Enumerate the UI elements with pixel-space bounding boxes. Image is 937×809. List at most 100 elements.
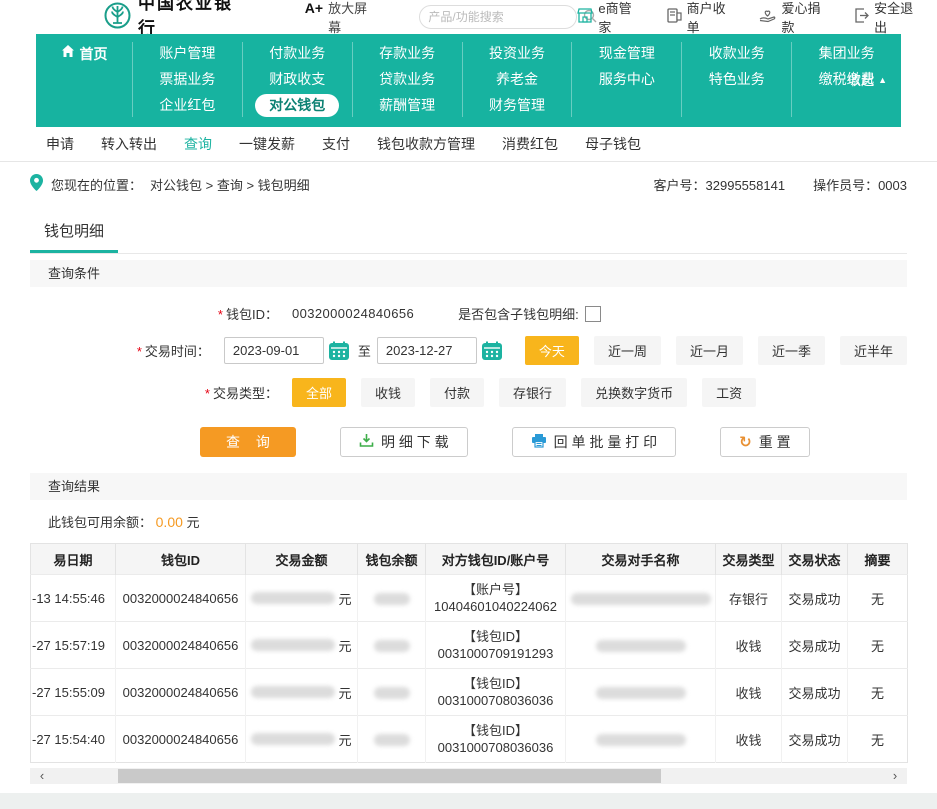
date-range-chips: 今天近一周近一月近一季近半年 bbox=[525, 336, 907, 365]
printer-icon bbox=[531, 433, 547, 451]
menu-item[interactable]: 集团业务 bbox=[819, 42, 875, 65]
amount-cell: 元 bbox=[246, 669, 358, 716]
subnav-item[interactable]: 一键发薪 bbox=[239, 134, 295, 154]
search-input[interactable] bbox=[428, 10, 583, 24]
menu-item-home[interactable]: 首页 bbox=[36, 42, 132, 117]
menu-item[interactable]: 企业红包 bbox=[159, 94, 215, 117]
tab-wallet-detail[interactable]: 钱包明细 bbox=[30, 212, 118, 253]
font-size-icon: A+ bbox=[305, 0, 323, 16]
menu-item[interactable]: 投资业务 bbox=[489, 42, 545, 65]
collapse-menu-button[interactable]: 收起 ▲ bbox=[848, 70, 887, 89]
status-cell: 交易成功 bbox=[782, 669, 848, 716]
subnav-item[interactable]: 消费红包 bbox=[502, 134, 558, 154]
calendar-icon[interactable] bbox=[481, 341, 503, 361]
menu-item[interactable]: 付款业务 bbox=[269, 42, 325, 65]
table-row: -27 15:57:190032000024840656元【钱包ID】00310… bbox=[31, 622, 908, 669]
menu-item[interactable]: 薪酬管理 bbox=[379, 94, 435, 117]
transaction-time-row: *交易时间： 至 今天近一周近一月近一季近半年 bbox=[30, 336, 907, 365]
menu-item[interactable]: 账户管理 bbox=[159, 42, 215, 65]
menu-item[interactable]: 贷款业务 bbox=[379, 68, 435, 91]
balance-cell bbox=[358, 716, 426, 763]
transaction-date-cell: -27 15:54:40 bbox=[31, 716, 116, 763]
scroll-left-icon[interactable]: ‹ bbox=[32, 768, 52, 784]
menu-item[interactable]: 收款业务 bbox=[709, 42, 765, 65]
transaction-type-chip[interactable]: 兑换数字货币 bbox=[581, 378, 687, 407]
subnav-item[interactable]: 查询 bbox=[184, 134, 212, 154]
secure-logout-link[interactable]: 安全退出 bbox=[854, 0, 923, 36]
date-from-input[interactable] bbox=[224, 337, 324, 364]
transaction-type-chip[interactable]: 收钱 bbox=[361, 378, 415, 407]
counterparty-id-cell: 【钱包ID】0031000708036036 bbox=[426, 669, 566, 716]
date-range-to-label: 至 bbox=[358, 341, 371, 360]
breadcrumb-path: 对公钱包 > 查询 > 钱包明细 bbox=[150, 175, 310, 194]
home-icon bbox=[61, 44, 75, 61]
subnav-item[interactable]: 申请 bbox=[46, 134, 74, 154]
wallet-id-cell: 0032000024840656 bbox=[116, 622, 246, 669]
scrollbar-thumb[interactable] bbox=[118, 769, 662, 783]
subnav-item[interactable]: 钱包收款方管理 bbox=[377, 134, 475, 154]
transaction-type-chips: 全部收钱付款存银行兑换数字货币工资 bbox=[292, 378, 756, 407]
masked-value bbox=[596, 734, 686, 746]
menu-item[interactable]: 现金管理 bbox=[599, 42, 655, 65]
reset-button[interactable]: ↻ 重 置 bbox=[720, 427, 809, 457]
amount-cell: 元 bbox=[246, 716, 358, 763]
charity-donation-link[interactable]: 爱心捐款 bbox=[759, 0, 830, 36]
calendar-icon[interactable] bbox=[328, 341, 350, 361]
download-detail-button[interactable]: 明 细 下 载 bbox=[340, 427, 468, 457]
table-header-row: 易日期钱包ID交易金额钱包余额对方钱包ID/账户号交易对手名称交易类型交易状态摘… bbox=[31, 544, 908, 575]
subnav-item[interactable]: 母子钱包 bbox=[585, 134, 641, 154]
subnav-item[interactable]: 转入转出 bbox=[101, 134, 157, 154]
transaction-type-chip[interactable]: 付款 bbox=[430, 378, 484, 407]
menu-item[interactable]: 存款业务 bbox=[379, 42, 435, 65]
date-range-chip[interactable]: 近一月 bbox=[676, 336, 743, 365]
e-business-manager-link[interactable]: e商管家 bbox=[577, 0, 641, 36]
column-header: 钱包ID bbox=[116, 544, 246, 575]
menu-column-0: 账户管理票据业务企业红包 bbox=[132, 42, 242, 117]
enlarge-screen-button[interactable]: A+ 放大屏幕 bbox=[305, 0, 378, 36]
subnav-item[interactable]: 支付 bbox=[322, 134, 350, 154]
menu-item[interactable]: 养老金 bbox=[496, 68, 538, 91]
menu-item[interactable]: 财务管理 bbox=[489, 94, 545, 117]
main-menu: 首页 账户管理票据业务企业红包 付款业务财政收支对公钱包 存款业务贷款业务薪酬管理 投… bbox=[36, 34, 901, 127]
counterparty-name-cell bbox=[566, 669, 716, 716]
batch-print-receipt-button[interactable]: 回 单 批 量 打 印 bbox=[512, 427, 676, 457]
product-search-box[interactable] bbox=[419, 5, 577, 29]
masked-value bbox=[571, 593, 711, 605]
transaction-type-chip[interactable]: 工资 bbox=[702, 378, 756, 407]
transaction-type-cell: 存银行 bbox=[716, 575, 782, 622]
counterparty-name-cell bbox=[566, 716, 716, 763]
counterparty-id-cell: 【钱包ID】0031000708036036 bbox=[426, 716, 566, 763]
masked-value bbox=[596, 640, 686, 652]
balance-value: 0.00 bbox=[156, 514, 183, 530]
session-info: 客户号：32995558141 操作员号：0003 bbox=[654, 175, 907, 194]
column-header: 钱包余额 bbox=[358, 544, 426, 575]
scroll-right-icon[interactable]: › bbox=[885, 768, 905, 784]
table-horizontal-scrollbar[interactable]: ‹ › bbox=[30, 768, 907, 784]
balance-cell bbox=[358, 622, 426, 669]
include-sub-wallet-checkbox[interactable] bbox=[585, 306, 601, 322]
date-range-chip[interactable]: 近半年 bbox=[840, 336, 907, 365]
menu-item[interactable]: 服务中心 bbox=[599, 68, 655, 91]
transaction-date-cell: -27 15:55:09 bbox=[31, 669, 116, 716]
column-header: 易日期 bbox=[31, 544, 116, 575]
menu-item[interactable]: 票据业务 bbox=[159, 68, 215, 91]
transaction-type-chip[interactable]: 全部 bbox=[292, 378, 346, 407]
status-cell: 交易成功 bbox=[782, 575, 848, 622]
menu-item[interactable]: 财政收支 bbox=[269, 68, 325, 91]
date-range-chip[interactable]: 近一季 bbox=[758, 336, 825, 365]
merchant-acquiring-link[interactable]: 商户收单 bbox=[666, 0, 736, 36]
transaction-type-chip[interactable]: 存银行 bbox=[499, 378, 566, 407]
query-button[interactable]: 查 询 bbox=[200, 427, 296, 457]
date-to-input[interactable] bbox=[377, 337, 477, 364]
balance-unit: 元 bbox=[187, 515, 200, 530]
menu-column-5: 收款业务特色业务 bbox=[681, 42, 791, 117]
transaction-type-cell: 收钱 bbox=[716, 669, 782, 716]
status-cell: 交易成功 bbox=[782, 716, 848, 763]
date-range-chip[interactable]: 今天 bbox=[525, 336, 579, 365]
menu-item[interactable]: 对公钱包 bbox=[255, 94, 339, 117]
transaction-date-cell: -13 14:55:46 bbox=[31, 575, 116, 622]
include-sub-wallet: 是否包含子钱包明细: bbox=[458, 304, 601, 323]
masked-value bbox=[251, 639, 335, 651]
menu-item[interactable]: 特色业务 bbox=[709, 68, 765, 91]
date-range-chip[interactable]: 近一周 bbox=[594, 336, 661, 365]
